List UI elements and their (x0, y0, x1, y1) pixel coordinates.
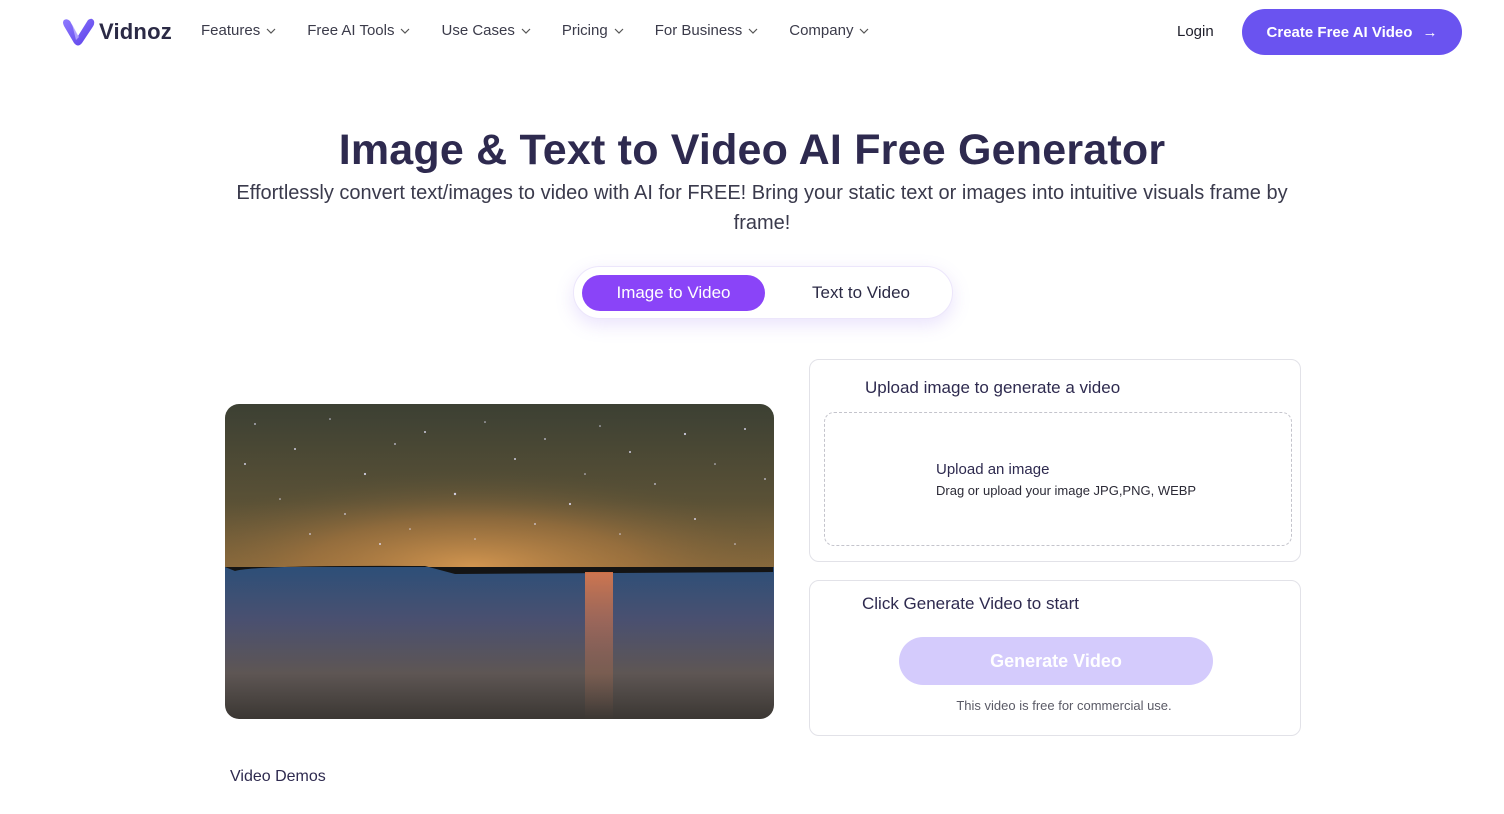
generate-card: Click Generate Video to start Generate V… (809, 580, 1301, 736)
tab-text-to-video[interactable]: Text to Video (771, 275, 951, 311)
nav-label: Company (789, 22, 854, 39)
nav-features[interactable]: Features (201, 22, 276, 39)
dropzone-hint: Drag or upload your image JPG,PNG, WEBP (936, 483, 1197, 498)
video-demos-heading: Video Demos (230, 768, 326, 785)
chevron-down-icon (521, 28, 531, 34)
nav-use-cases[interactable]: Use Cases (441, 22, 531, 39)
tab-image-to-video[interactable]: Image to Video (582, 275, 765, 311)
chevron-down-icon (401, 28, 410, 34)
nav-label: Features (201, 22, 261, 39)
generate-video-button[interactable]: Generate Video (899, 637, 1213, 685)
page-subtitle: Effortlessly convert text/images to vide… (236, 182, 1288, 234)
arrow-right-icon: → (1422, 23, 1438, 41)
upload-card: Upload image to generate a video Upload … (809, 359, 1301, 562)
nav-pricing[interactable]: Pricing (562, 22, 624, 39)
top-navbar: Vidnoz Features Free AI Tools Use Cases … (0, 0, 1504, 64)
create-free-ai-video-button[interactable]: Create Free AI Video → (1242, 9, 1462, 55)
page-title: Image & Text to Video AI Free Generator (338, 126, 1166, 174)
vidnoz-v-logo-icon (63, 18, 95, 46)
main-nav: Features Free AI Tools Use Cases Pricing… (201, 22, 900, 39)
chevron-down-icon (614, 28, 624, 34)
nav-for-business[interactable]: For Business (655, 22, 759, 39)
chevron-down-icon (748, 28, 758, 34)
nav-label: Free AI Tools (307, 22, 395, 39)
nav-free-ai-tools[interactable]: Free AI Tools (307, 22, 410, 39)
image-dropzone[interactable]: Upload an image Drag or upload your imag… (824, 412, 1292, 546)
upload-card-title: Upload image to generate a video (865, 378, 1121, 397)
generate-card-title: Click Generate Video to start (862, 594, 1080, 613)
preview-image (225, 404, 774, 719)
cta-label: Create Free AI Video (1266, 23, 1413, 41)
mode-toggle: Image to Video Text to Video (573, 266, 953, 319)
nav-label: Pricing (561, 22, 608, 39)
chevron-down-icon (860, 28, 869, 34)
nav-company[interactable]: Company (789, 22, 869, 39)
nav-label: Use Cases (441, 22, 515, 39)
commercial-use-note: This video is free for commercial use. (956, 698, 1172, 713)
vidnoz-logo[interactable]: Vidnoz (62, 16, 172, 48)
nav-label: For Business (654, 22, 743, 39)
login-link[interactable]: Login (1177, 23, 1214, 40)
chevron-down-icon (266, 28, 276, 34)
brand-name: Vidnoz (99, 19, 172, 44)
night-lake-image (225, 404, 774, 719)
dropzone-title: Upload an image (936, 461, 1050, 478)
